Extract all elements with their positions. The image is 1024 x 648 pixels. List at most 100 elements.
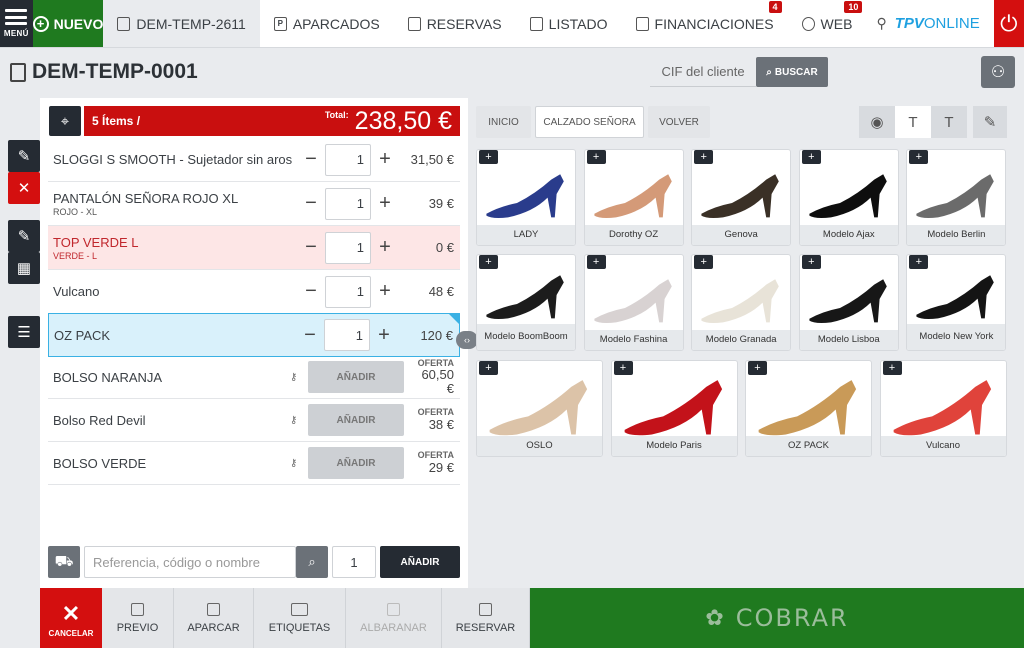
catalog-nav-volver[interactable]: VOLVER <box>648 106 710 138</box>
catalog-nav-inicio[interactable]: INICIO <box>476 106 531 138</box>
aparcar-button[interactable]: APARCAR <box>174 588 254 648</box>
product-card[interactable]: + Genova <box>691 149 792 246</box>
product-card[interactable]: + Vulcano <box>879 360 1007 457</box>
catalog-nav-calzado[interactable]: CALZADO SEÑORA <box>535 106 644 138</box>
product-card[interactable]: + Dorothy OZ <box>583 149 684 246</box>
add-product-plus-icon[interactable]: + <box>909 255 929 269</box>
add-product-plus-icon[interactable]: + <box>613 361 633 375</box>
increase-qty-button[interactable]: + <box>376 236 394 259</box>
add-product-plus-icon[interactable]: + <box>801 150 821 164</box>
promo-add-button[interactable]: AÑADIR <box>308 447 404 479</box>
shoe-shape <box>809 174 887 218</box>
tab-web[interactable]: WEB 10 <box>788 0 867 47</box>
product-card[interactable]: + OSLO <box>476 360 603 457</box>
promo-row: Bolso Red Devil ⚷ AÑADIR OFERTA 38 € <box>48 399 460 442</box>
promo-add-button[interactable]: AÑADIR <box>308 361 404 393</box>
product-card[interactable]: + Modelo Granada <box>691 254 792 351</box>
add-qty-input[interactable]: 1 <box>332 546 376 578</box>
decrease-qty-button[interactable]: − <box>302 192 320 215</box>
view-photo-button[interactable]: ◉ <box>859 106 895 138</box>
menu-button[interactable]: MENÚ <box>0 0 33 47</box>
ticket-line[interactable]: PANTALÓN SEÑORA ROJO XL ROJO - XL −1 + 39 … <box>48 182 460 226</box>
add-product-plus-icon[interactable]: + <box>801 255 821 269</box>
calendar-button[interactable]: ▦ <box>8 252 40 284</box>
increase-qty-button[interactable]: + <box>376 192 394 215</box>
previo-button[interactable]: PREVIO <box>102 588 174 648</box>
add-product-plus-icon[interactable]: + <box>748 361 767 375</box>
reference-search-button[interactable]: ⌕ <box>296 546 328 578</box>
list-menu-button[interactable]: ☰ <box>8 316 40 348</box>
cart-button[interactable]: ⛟ <box>48 546 80 578</box>
qty-input[interactable]: 1 <box>325 275 371 308</box>
product-card[interactable]: + Modelo New York <box>906 254 1007 351</box>
cancel-button[interactable]: ✕ CANCELAR <box>40 588 102 648</box>
promo-row: BOLSO NARANJA ⚷ AÑADIR OFERTA 60,50 € <box>48 356 460 399</box>
shoe-shape <box>593 279 672 323</box>
cif-input[interactable]: CIF del cliente <box>650 57 756 87</box>
line-name: SLOGGI S SMOOTH - Sujetador sin aros <box>53 152 293 167</box>
edit-line-button[interactable]: ✎ <box>8 140 40 172</box>
add-product-button[interactable]: AÑADIR <box>380 546 460 578</box>
ticket-line-selected[interactable]: OZ PACK −1 + 120 € <box>48 313 460 357</box>
nuevo-button[interactable]: + NUEVO <box>32 0 104 47</box>
albaranar-button[interactable]: ALBARANAR <box>346 588 442 648</box>
increase-qty-button[interactable]: + <box>376 280 394 303</box>
qty-input[interactable]: 1 <box>325 143 371 176</box>
product-card[interactable]: + Modelo Ajax <box>798 149 899 246</box>
shoe-shape <box>758 380 857 436</box>
discount-tag-button[interactable]: ⌖ <box>49 106 81 136</box>
decrease-qty-button[interactable]: − <box>301 324 319 347</box>
product-card[interactable]: + Modelo Lisboa <box>798 254 899 351</box>
power-button[interactable]: ⏻ <box>993 0 1024 47</box>
add-product-plus-icon[interactable]: + <box>586 255 606 269</box>
ticket-line[interactable]: Vulcano −1 + 48 € <box>48 270 460 314</box>
product-card[interactable]: + LADY <box>476 149 576 246</box>
add-product-plus-icon[interactable]: + <box>479 255 498 269</box>
product-card[interactable]: + Modelo Paris <box>610 360 738 457</box>
cobrar-button[interactable]: ✿ COBRAR <box>530 588 1024 648</box>
add-customer-button[interactable]: ⚇ <box>981 56 1015 88</box>
shoe-shape <box>486 174 564 218</box>
tab-listado[interactable]: LISTADO <box>516 0 622 47</box>
ticket-line[interactable]: TOP VERDE L VERDE - L −1 + 0 € <box>48 226 460 270</box>
reservar-button[interactable]: RESERVAR <box>442 588 530 648</box>
product-card[interactable]: + Modelo BoomBoom <box>476 254 576 351</box>
product-card[interactable]: + Modelo Fashina <box>583 254 684 351</box>
panel-resize-handle[interactable]: ‹› <box>456 331 478 349</box>
increase-qty-button[interactable]: + <box>375 324 393 347</box>
decrease-qty-button[interactable]: − <box>302 236 320 259</box>
ticket-line[interactable]: SLOGGI S SMOOTH - Sujetador sin aros −1 +… <box>48 138 460 182</box>
reference-search-input[interactable]: Referencia, código o nombre <box>84 546 296 578</box>
tab-financiaciones[interactable]: FINANCIACIONES 4 <box>622 0 788 47</box>
product-card[interactable]: + Modelo Berlin <box>906 149 1007 246</box>
add-product-plus-icon[interactable]: + <box>909 150 929 164</box>
note-button[interactable]: ✎ <box>8 220 40 252</box>
view-photo-text-button[interactable]: T <box>895 106 931 138</box>
etiquetas-button[interactable]: ETIQUETAS <box>254 588 346 648</box>
add-product-plus-icon[interactable]: + <box>694 150 714 164</box>
buscar-button[interactable]: ⌕ BUSCAR <box>756 57 828 87</box>
catalog-note-button[interactable]: ✎ <box>973 106 1007 138</box>
increase-qty-button[interactable]: + <box>376 148 394 171</box>
qty-input[interactable]: 1 <box>324 319 370 351</box>
bottom-bar: ✕ CANCELAR PREVIO APARCAR ETIQUETAS ALBA… <box>40 588 1024 648</box>
tab-reservas[interactable]: RESERVAS <box>394 0 516 47</box>
search-icon: ⌕ <box>308 554 316 569</box>
decrease-qty-button[interactable]: − <box>302 148 320 171</box>
add-product-plus-icon[interactable]: + <box>479 150 498 164</box>
product-card[interactable]: + OZ PACK <box>745 360 872 457</box>
add-product-plus-icon[interactable]: + <box>586 150 606 164</box>
view-text-button[interactable]: T <box>931 106 967 138</box>
reservation-icon <box>407 16 421 31</box>
promo-add-button[interactable]: AÑADIR <box>308 404 404 436</box>
qty-input[interactable]: 1 <box>325 187 371 220</box>
qty-input[interactable]: 1 <box>325 231 371 264</box>
product-name: Modelo Paris <box>611 436 737 456</box>
tab-current-ticket[interactable]: DEM-TEMP-2611 <box>103 0 260 47</box>
add-product-plus-icon[interactable]: + <box>479 361 498 375</box>
decrease-qty-button[interactable]: − <box>302 280 320 303</box>
tab-aparcados[interactable]: P APARCADOS <box>260 0 394 47</box>
add-product-plus-icon[interactable]: + <box>882 361 902 375</box>
delete-line-button[interactable]: ✕ <box>8 172 40 204</box>
add-product-plus-icon[interactable]: + <box>694 255 714 269</box>
